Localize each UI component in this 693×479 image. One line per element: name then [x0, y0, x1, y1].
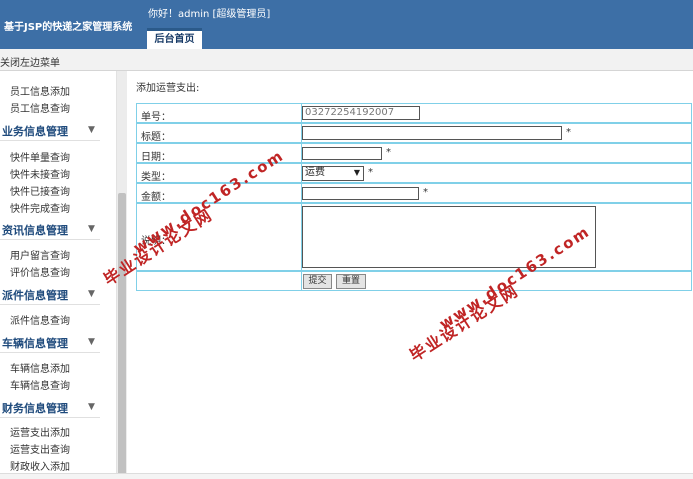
- form-row-number: 单号： 03272254192007: [136, 103, 692, 123]
- number-field[interactable]: 03272254192007: [302, 106, 420, 120]
- sidebar-item-express-volume[interactable]: 快件单量查询: [10, 149, 116, 164]
- form-row-remark: 说明：: [136, 203, 692, 271]
- sidebar-item-express-unaccepted[interactable]: 快件未接查询: [10, 166, 116, 181]
- form-row-type: 类型： 运费 ▼ *: [136, 163, 692, 183]
- form-row-title: 标题： *: [136, 123, 692, 143]
- page-title: 添加运营支出:: [136, 83, 200, 94]
- form-row-actions: 提交 重置: [136, 271, 692, 291]
- scrollbar-thumb[interactable]: [118, 193, 126, 477]
- sidebar-item-employee-add[interactable]: 员工信息添加: [10, 83, 116, 98]
- divider: [0, 140, 100, 141]
- close-left-menu-link[interactable]: 关闭左边菜单: [0, 54, 60, 69]
- divider: [0, 417, 100, 418]
- type-select[interactable]: 运费 ▼: [302, 166, 364, 181]
- user-greeting: 你好！admin [超级管理员]: [148, 9, 271, 20]
- required-mark: *: [368, 167, 373, 178]
- sidebar-item-employee-query[interactable]: 员工信息查询: [10, 100, 116, 115]
- form-row-date: 日期： *: [136, 143, 692, 163]
- section-title: 车辆信息管理: [2, 337, 68, 350]
- number-label: 单号：: [141, 112, 171, 123]
- type-label: 类型：: [141, 172, 171, 183]
- title-label: 标题：: [141, 132, 171, 143]
- top-header: 基于JSP的快递之家管理系统 你好！admin [超级管理员] 后台首页: [0, 0, 693, 49]
- amount-field[interactable]: [302, 187, 419, 200]
- section-title: 财务信息管理: [2, 402, 68, 415]
- sidebar-item-message-query[interactable]: 用户留言查询: [10, 247, 116, 262]
- horizontal-scrollbar[interactable]: [0, 473, 693, 479]
- required-mark: *: [566, 127, 571, 138]
- reset-button[interactable]: 重置: [336, 274, 366, 289]
- sidebar-section-business[interactable]: 业务信息管理 ▼: [2, 123, 116, 139]
- divider: [0, 352, 100, 353]
- section-title: 派件信息管理: [2, 289, 68, 302]
- sidebar-item-expense-add[interactable]: 运营支出添加: [10, 424, 116, 439]
- chevron-down-icon: ▼: [88, 337, 95, 347]
- chevron-down-icon: ▼: [88, 402, 95, 412]
- sidebar-section-vehicle[interactable]: 车辆信息管理 ▼: [2, 335, 116, 351]
- sidebar-item-income-add[interactable]: 财政收入添加: [10, 458, 116, 473]
- chevron-down-icon: ▼: [88, 125, 95, 135]
- chevron-down-icon: ▼: [88, 224, 95, 234]
- section-title: 资讯信息管理: [2, 224, 68, 237]
- sidebar-item-delivery-query[interactable]: 派件信息查询: [10, 312, 116, 327]
- tab-admin-home[interactable]: 后台首页: [147, 28, 202, 49]
- required-mark: *: [386, 147, 391, 158]
- sidebar-section-finance[interactable]: 财务信息管理 ▼: [2, 400, 116, 416]
- sidebar-item-express-accepted[interactable]: 快件已接查询: [10, 183, 116, 198]
- date-label: 日期：: [141, 152, 171, 163]
- dropdown-arrow-icon: ▼: [353, 168, 360, 177]
- site-title: 基于JSP的快递之家管理系统: [4, 22, 133, 33]
- title-field[interactable]: [302, 126, 562, 140]
- sidebar-item-expense-query[interactable]: 运营支出查询: [10, 441, 116, 456]
- sub-toolbar: 关闭左边菜单: [0, 49, 693, 71]
- sidebar-item-vehicle-add[interactable]: 车辆信息添加: [10, 360, 116, 375]
- submit-button[interactable]: 提交: [303, 274, 332, 289]
- sidebar-section-delivery[interactable]: 派件信息管理 ▼: [2, 287, 116, 303]
- divider: [0, 239, 100, 240]
- section-title: 业务信息管理: [2, 125, 68, 138]
- sidebar-menu: 员工信息添加 员工信息查询 业务信息管理 ▼ 快件单量查询 快件未接查询 快件已…: [0, 71, 117, 479]
- required-mark: *: [423, 187, 428, 198]
- type-selected-value: 运费: [305, 167, 325, 178]
- sidebar-item-express-completed[interactable]: 快件完成查询: [10, 200, 116, 215]
- divider: [0, 304, 100, 305]
- amount-label: 金额：: [141, 192, 171, 203]
- chevron-down-icon: ▼: [88, 289, 95, 299]
- divider: [301, 272, 302, 290]
- sidebar-item-vehicle-query[interactable]: 车辆信息查询: [10, 377, 116, 392]
- date-field[interactable]: [302, 147, 382, 160]
- sidebar-section-news[interactable]: 资讯信息管理 ▼: [2, 222, 116, 238]
